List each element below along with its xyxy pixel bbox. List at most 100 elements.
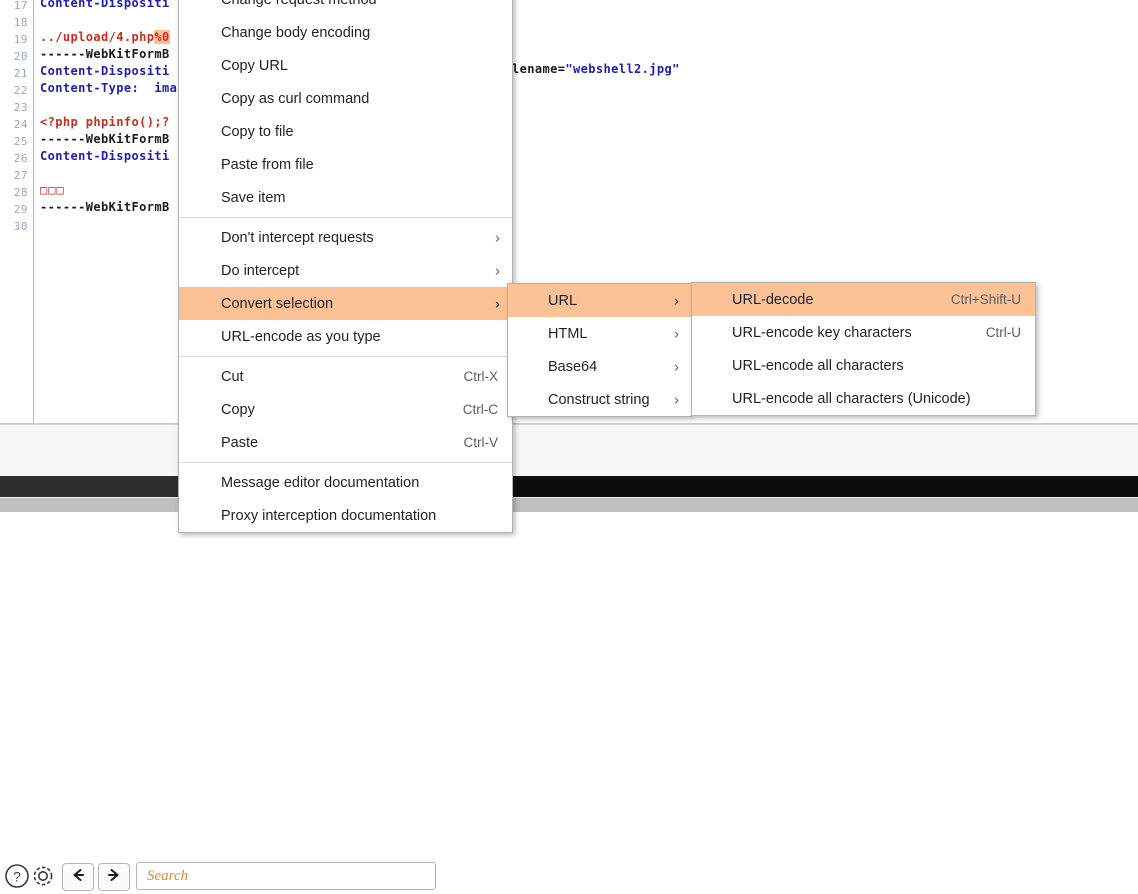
menu-item-shortcut: Ctrl-U	[985, 325, 1021, 340]
editor-code-line[interactable]: ------WebKitFormB	[40, 200, 170, 214]
menu-separator	[179, 356, 512, 357]
submenu-url-conversions[interactable]: URL-decode Ctrl+Shift-U URL-encode key cha…	[691, 282, 1036, 416]
question-mark-circle-icon[interactable]: ?	[4, 863, 30, 889]
line-number: 24	[13, 118, 28, 131]
menu-item-label: Copy	[221, 401, 255, 418]
chevron-right-icon: ›	[674, 391, 679, 408]
menu-item-copy-as-curl-command[interactable]: Copy as curl command	[179, 82, 512, 115]
menu-item-don-t-intercept-requests[interactable]: Don't intercept requests ›	[179, 221, 512, 254]
menu-item-shortcut: Ctrl-C	[462, 402, 498, 417]
line-number: 27	[13, 169, 28, 182]
status-bar-gray	[0, 497, 1138, 512]
editor-code-line[interactable]: ------WebKitFormB	[40, 47, 170, 61]
back-button[interactable]	[62, 863, 94, 891]
menu-item-save-item[interactable]: Save item	[179, 181, 512, 214]
menu-item-label: Paste	[221, 434, 259, 451]
editor-code-line[interactable]: Content-Dispositi	[40, 0, 170, 10]
line-number: 18	[13, 16, 28, 29]
editor-code-line[interactable]: Content-Type: ima	[40, 81, 177, 95]
code-token: □□□	[40, 183, 65, 197]
menu-item-do-intercept[interactable]: Do intercept ›	[179, 254, 512, 287]
chevron-right-icon: ›	[495, 295, 500, 312]
search-field[interactable]	[136, 862, 436, 890]
line-number-gutter: 17 18 19 20 21 22 23 24 25 26 27 28 29 30	[0, 0, 34, 424]
editor-code-line[interactable]: Content-Dispositi	[40, 149, 170, 163]
svg-text:?: ?	[13, 869, 21, 885]
menu-separator	[179, 462, 512, 463]
editor-toolbar: ?	[0, 424, 1138, 891]
submenu-item-construct-string[interactable]: Construct string ›	[508, 383, 691, 416]
status-bar-dark-right	[512, 476, 1138, 497]
line-number: 23	[13, 101, 28, 114]
line-number: 30	[13, 220, 28, 233]
menu-item-label: Don't intercept requests	[221, 229, 374, 246]
submenu-item-url-decode[interactable]: URL-decode Ctrl+Shift-U	[692, 283, 1035, 316]
line-number: 29	[13, 203, 28, 216]
menu-item-label: URL-encode as you type	[221, 328, 381, 345]
menu-item-label: Save item	[221, 189, 286, 206]
menu-item-label: Do intercept	[221, 262, 300, 279]
status-bar-gray-top-line	[0, 497, 1138, 498]
chevron-right-icon: ›	[674, 325, 679, 342]
code-token: %0	[154, 30, 170, 44]
editor-code-line[interactable]: Content-Dispositi	[40, 64, 170, 78]
menu-item-label: HTML	[548, 325, 588, 342]
editor-code-line[interactable]: □□□	[40, 183, 65, 197]
menu-item-shortcut: Ctrl-V	[463, 435, 499, 450]
menu-item-copy[interactable]: Copy Ctrl-C	[179, 393, 512, 426]
context-menu[interactable]: Change request method Change body encodin…	[178, 0, 513, 533]
fragment-key: lename=	[512, 62, 566, 76]
menu-item-label: URL-decode	[732, 291, 814, 308]
submenu-item-url-encode-key-characters[interactable]: URL-encode key characters Ctrl-U	[692, 316, 1035, 349]
line-number: 21	[13, 67, 28, 80]
menu-item-label: Proxy interception documentation	[221, 507, 437, 524]
search-input[interactable]	[137, 866, 435, 886]
submenu-item-url-encode-all-characters-unicode[interactable]: URL-encode all characters (Unicode)	[692, 382, 1035, 415]
arrow-left-icon	[69, 867, 87, 888]
submenu-item-html[interactable]: HTML ›	[508, 317, 691, 350]
menu-item-label: URL-encode key characters	[732, 324, 912, 341]
menu-item-cut[interactable]: Cut Ctrl-X	[179, 360, 512, 393]
menu-item-label: Convert selection	[221, 295, 334, 312]
menu-item-paste-from-file[interactable]: Paste from file	[179, 148, 512, 181]
gear-icon[interactable]	[30, 863, 56, 889]
chevron-right-icon: ›	[495, 229, 500, 246]
submenu-item-url[interactable]: URL ›	[508, 284, 691, 317]
menu-item-label: Change body encoding	[221, 24, 371, 41]
menu-item-label: Construct string	[548, 391, 650, 408]
menu-item-shortcut: Ctrl-X	[463, 369, 499, 384]
code-token: ------WebKitFormB	[40, 47, 170, 61]
line-number: 19	[13, 33, 28, 46]
menu-item-label: Base64	[548, 358, 598, 375]
chevron-right-icon: ›	[674, 358, 679, 375]
editor-code-line[interactable]: ../upload/4.php%0	[40, 30, 170, 44]
menu-item-shortcut: Ctrl+Shift-U	[950, 292, 1021, 307]
submenu-convert-selection[interactable]: URL › HTML › Base64 › Construct string ›	[507, 283, 692, 417]
menu-item-convert-selection[interactable]: Convert selection ›	[179, 287, 512, 320]
menu-separator	[179, 217, 512, 218]
forward-button[interactable]	[98, 863, 130, 891]
code-token: ------WebKitFormB	[40, 132, 170, 146]
editor-code-line[interactable]: ------WebKitFormB	[40, 132, 170, 146]
code-token: Content-Dispositi	[40, 0, 170, 10]
line-number: 17	[13, 0, 28, 12]
menu-item-copy-to-file[interactable]: Copy to file	[179, 115, 512, 148]
menu-item-label: URL	[548, 292, 578, 309]
menu-item-change-body-encoding[interactable]: Change body encoding	[179, 16, 512, 49]
menu-item-message-editor-documentation[interactable]: Message editor documentation	[179, 466, 512, 499]
line-number: 26	[13, 152, 28, 165]
menu-item-paste[interactable]: Paste Ctrl-V	[179, 426, 512, 459]
menu-item-label: Copy to file	[221, 123, 294, 140]
code-token: Content-Type: ima	[40, 81, 178, 95]
arrow-right-icon	[105, 867, 123, 888]
menu-item-label: Copy as curl command	[221, 90, 370, 107]
editor-code-line[interactable]: <?php phpinfo();?	[40, 115, 170, 129]
menu-item-copy-url[interactable]: Copy URL	[179, 49, 512, 82]
menu-item-url-encode-as-you-type[interactable]: URL-encode as you type	[179, 320, 512, 353]
menu-item-change-request-method[interactable]: Change request method	[179, 0, 512, 16]
submenu-item-base64[interactable]: Base64 ›	[508, 350, 691, 383]
chevron-right-icon: ›	[495, 262, 500, 279]
menu-item-proxy-interception-documentation[interactable]: Proxy interception documentation	[179, 499, 512, 532]
submenu-item-url-encode-all-characters[interactable]: URL-encode all characters	[692, 349, 1035, 382]
menu-item-label: Copy URL	[221, 57, 288, 74]
